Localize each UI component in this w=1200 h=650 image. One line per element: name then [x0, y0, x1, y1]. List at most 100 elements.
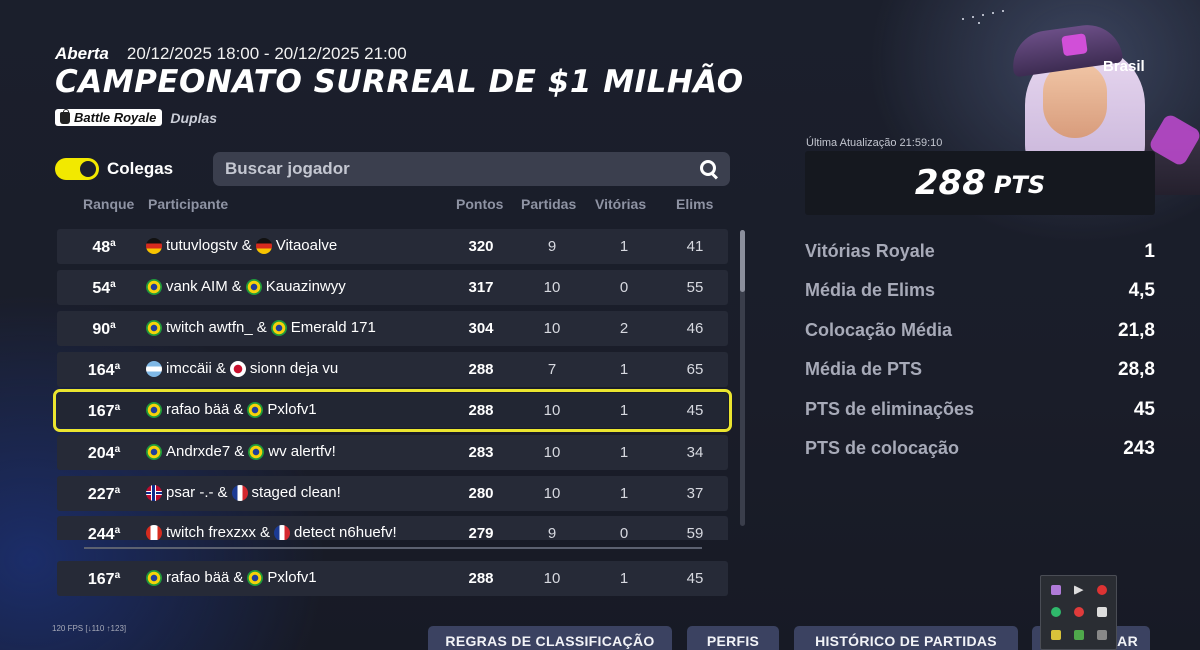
- flag-icon: [231, 484, 248, 501]
- wins-cell: 2: [619, 320, 629, 337]
- mode-line: Battle Royale Duplas: [55, 108, 218, 126]
- participant-cell: tutuvlogstv & Vitaoalve: [146, 237, 337, 254]
- event-dates: 20/12/2025 18:00 - 20/12/2025 21:00: [126, 44, 407, 63]
- search-bar[interactable]: [213, 152, 730, 186]
- player-2-name: staged clean!: [251, 484, 341, 501]
- wins-cell: 1: [619, 361, 629, 378]
- participant-cell: rafao bää & Pxlofv1: [146, 401, 317, 418]
- flag-icon: [146, 524, 162, 540]
- search-input[interactable]: [225, 159, 700, 179]
- flag-icon: [274, 524, 291, 540]
- matches-cell: 10: [543, 279, 561, 296]
- player-1-name: Andrxde7: [166, 443, 231, 460]
- team-joiner: &: [234, 443, 245, 460]
- shield-icon[interactable]: [1073, 607, 1084, 618]
- table-row[interactable]: 227a psar -.- & staged clean! 280 10 1 37: [57, 476, 728, 511]
- search-icon[interactable]: [700, 160, 718, 178]
- stat-label: Colocação Média: [805, 320, 953, 340]
- system-tray-popup: [1040, 575, 1117, 650]
- flag-icon: [245, 278, 262, 295]
- green-dot-icon[interactable]: [1050, 607, 1061, 618]
- wins-cell: 1: [619, 444, 629, 461]
- table-row[interactable]: 164a imccäii & sionn deja vu 288 7 1 65: [57, 352, 728, 387]
- battery-icon[interactable]: [1050, 629, 1061, 640]
- wins-cell: 1: [619, 570, 629, 587]
- flag-icon: [247, 401, 264, 418]
- rank-cell: 204a: [87, 444, 121, 462]
- match-history-button[interactable]: HISTÓRICO DE PARTIDAS: [794, 626, 1018, 650]
- stat-row: PTS de eliminações 45: [805, 399, 1155, 423]
- col-matches: Partidas: [521, 196, 577, 212]
- col-elims: Elims: [676, 196, 714, 212]
- col-rank: Ranque: [83, 196, 135, 212]
- player-1-name: imccäii: [166, 360, 212, 377]
- wins-cell: 0: [619, 525, 629, 540]
- team-mode: Duplas: [170, 109, 218, 126]
- elims-cell: 59: [686, 525, 704, 540]
- wins-cell: 1: [619, 238, 629, 255]
- flag-icon: [229, 360, 246, 377]
- x-icon[interactable]: [1096, 585, 1107, 596]
- points-cell: 320: [468, 238, 494, 255]
- flag-icon: [146, 569, 162, 586]
- leaderboard-scrollbar[interactable]: [740, 230, 745, 526]
- fps-counter: 120 FPS [↓110 ↑123]: [52, 624, 127, 633]
- profiles-button[interactable]: PERFIS: [687, 626, 779, 650]
- table-row[interactable]: 48a tutuvlogstv & Vitaoalve 320 9 1 41: [57, 229, 728, 264]
- scrollbar-thumb[interactable]: [740, 230, 745, 292]
- lock-icon[interactable]: [1096, 607, 1107, 618]
- player-1-name: vank AIM: [166, 278, 228, 295]
- points-value: 288: [914, 163, 986, 203]
- matches-cell: 10: [543, 570, 561, 587]
- stat-label: PTS de eliminações: [805, 399, 975, 419]
- player-2-name: Pxlofv1: [267, 401, 317, 418]
- stat-value: 21,8: [1118, 320, 1155, 341]
- stat-value: 45: [1133, 399, 1155, 420]
- player-1-name: twitch frexzxx: [166, 524, 257, 540]
- elims-cell: 41: [686, 238, 704, 255]
- stat-label: Média de PTS: [805, 359, 923, 379]
- table-row[interactable]: 167a rafao bää & Pxlofv1 288 10 1 45: [57, 561, 728, 596]
- flag-icon: [146, 237, 162, 254]
- flag-icon: [146, 401, 162, 418]
- table-row[interactable]: 167a rafao bää & Pxlofv1 288 10 1 45: [53, 389, 732, 432]
- device-icon[interactable]: [1096, 629, 1107, 640]
- friends-toggle[interactable]: [55, 158, 99, 180]
- points-cell: 279: [468, 525, 494, 540]
- flag-icon: [146, 319, 162, 336]
- table-row[interactable]: 54a vank AIM & Kauazinwyy 317 10 0 55: [57, 270, 728, 305]
- cursor-icon[interactable]: [1073, 585, 1084, 596]
- table-row[interactable]: 204a Andrxde7 & wv alertfv! 283 10 1 34: [57, 435, 728, 470]
- event-status-line: Aberta 20/12/2025 18:00 - 20/12/2025 21:…: [55, 44, 407, 64]
- player-country: Brasil: [1103, 58, 1145, 75]
- points-cell: 288: [468, 402, 494, 419]
- flag-icon: [255, 237, 272, 254]
- rules-button[interactable]: REGRAS DE CLASSIFICAÇÃO: [428, 626, 672, 650]
- stat-label: Vitórias Royale: [805, 241, 935, 261]
- flag-icon: [146, 484, 162, 501]
- participant-cell: Andrxde7 & wv alertfv!: [146, 443, 336, 460]
- matches-cell: 7: [547, 361, 557, 378]
- table-row[interactable]: 244a twitch frexzxx & detect n6huefv! 279 9 0 5…: [57, 516, 728, 540]
- stat-row: PTS de colocação 243: [805, 438, 1155, 462]
- col-points: Pontos: [456, 196, 504, 212]
- stat-row: Média de PTS 28,8: [805, 359, 1155, 383]
- team-joiner: &: [217, 484, 228, 501]
- participant-cell: twitch awtfn_ & Emerald 171: [146, 319, 376, 336]
- elims-cell: 65: [686, 361, 704, 378]
- rank-cell: 167a: [87, 570, 121, 588]
- nvidia-icon[interactable]: [1073, 629, 1084, 640]
- team-joiner: &: [215, 360, 226, 377]
- stat-value: 28,8: [1118, 359, 1155, 380]
- player-2-name: Pxlofv1: [267, 569, 317, 586]
- matches-cell: 9: [547, 238, 557, 255]
- rank-cell: 244a: [87, 525, 121, 540]
- friends-toggle-label[interactable]: Colegas: [107, 159, 173, 179]
- last-update: Última Atualização 21:59:10: [806, 137, 943, 149]
- feather-icon[interactable]: [1050, 585, 1061, 596]
- participant-cell: twitch frexzxx & detect n6huefv!: [146, 524, 397, 540]
- table-row[interactable]: 90a twitch awtfn_ & Emerald 171 304 10 2 46: [57, 311, 728, 346]
- flag-icon: [146, 443, 162, 460]
- stat-label: PTS de colocação: [805, 438, 960, 458]
- sparkle-decoration: [960, 10, 1010, 24]
